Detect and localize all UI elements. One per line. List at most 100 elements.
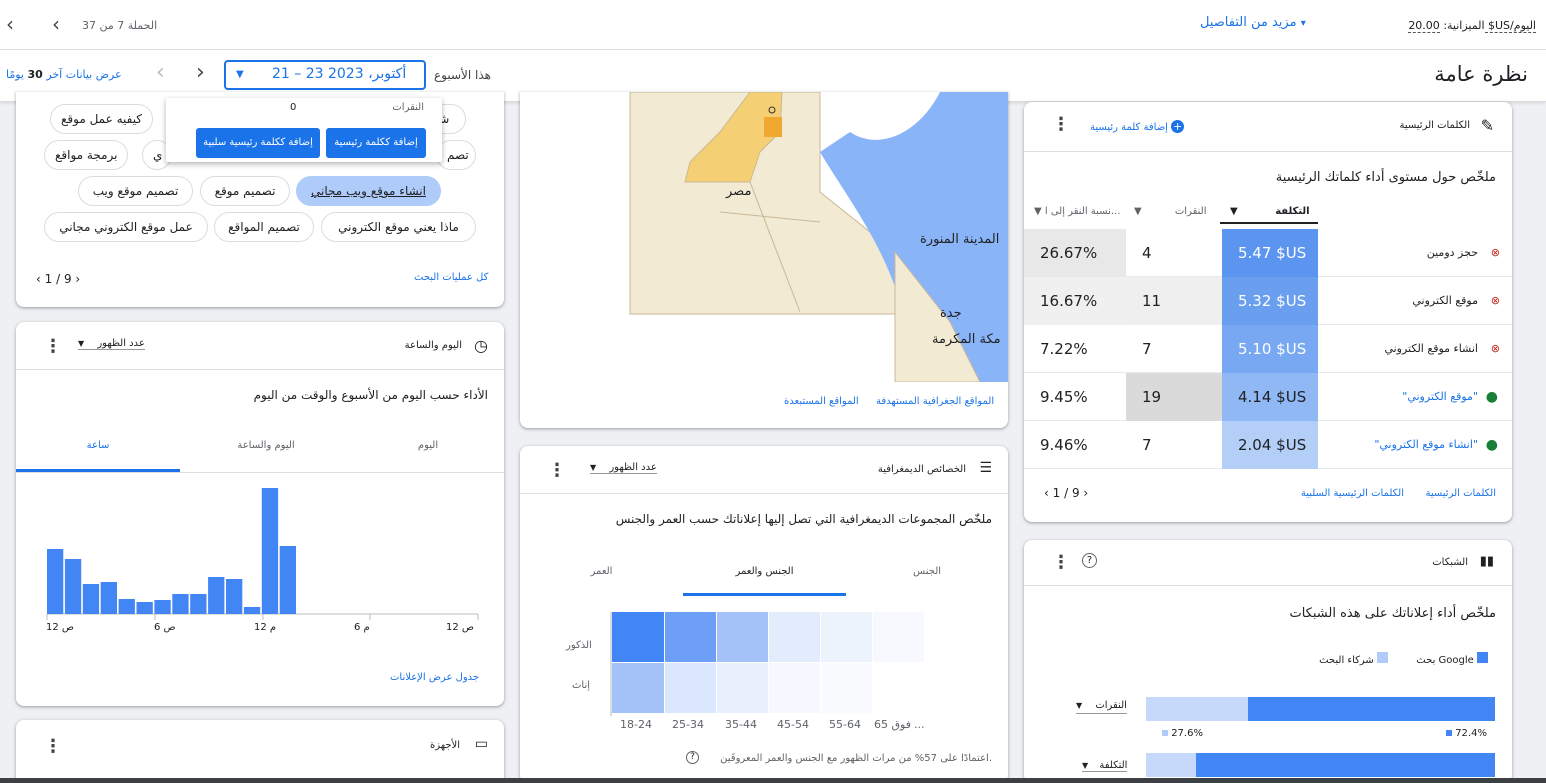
active-status-icon: ● [1485,437,1498,453]
chevron-left-icon[interactable]: ‹ [52,12,60,36]
chevron-left-icon[interactable]: ‹ [6,12,14,36]
table-row[interactable]: 9.46% 7 2.04 $US "انشاء موقع الكتروني" ● [1024,421,1512,469]
add-negative-keyword-button[interactable]: إضافة ككلمة رئيسية سلبية [196,128,320,158]
hour-bar[interactable] [279,546,296,614]
hour-bar[interactable] [100,582,117,614]
x-tick-label: 12 ص [446,622,474,633]
clicks-cell: 11 [1126,277,1222,325]
budget: الميزانية: 20.00 $US/اليوم [1408,19,1536,33]
tab-day[interactable]: اليوم [352,440,504,451]
keyword-name[interactable]: موقع الكتروني [1412,277,1478,325]
hour-bar[interactable] [243,607,261,614]
page-title: نظرة عامة [1434,62,1528,86]
hour-bar[interactable] [64,559,82,614]
metric2-selector[interactable]: ▼ التكلفة [1082,760,1128,772]
search-term-chip[interactable]: برمجة مواقع [44,140,129,170]
tab-age[interactable]: العمر [520,566,683,577]
networks-card: ▮▮ الشبكات ? ⋮ ملخّص أداء إعلاناتك على ه… [1024,540,1512,783]
search-term-chip[interactable]: تصميم موقع [200,176,290,206]
table-row[interactable]: 9.45% 19 4.14 $US "موقع الكتروني" ● [1024,373,1512,421]
keyword-name[interactable]: "موقع الكتروني" [1402,373,1478,421]
add-keyword-button[interactable]: إضافة ككلمة رئيسية [326,128,426,158]
dayhour-title: اليوم والساعة [404,340,462,351]
keywords-summary: ملخّص حول مستوى أداء كلماتك الرئيسية [1275,170,1496,185]
more-menu-icon[interactable]: ⋮ [1052,554,1070,572]
heat-cell [665,612,716,662]
col-cost[interactable]: ▼ التكلفة [1230,206,1310,217]
legend-google: بحث Google [1416,652,1492,666]
more-menu-icon[interactable]: ⋮ [44,338,62,356]
hour-bar[interactable] [82,584,100,614]
chevron-left-icon[interactable]: ‹ [1044,486,1049,500]
date-range-value: 21 – 23 أكتوبر، 2023 [272,66,407,82]
tab-gender-age[interactable]: الجنس والعمر [683,566,846,577]
ad-schedule-link[interactable]: جدول عرض الإعلانات [390,672,479,683]
date-range-picker[interactable]: 21 – 23 أكتوبر، 2023 ▼ [224,60,426,90]
hour-bar[interactable] [136,602,153,614]
partners-pct-value: 27.6% [1171,728,1203,739]
keyword-name[interactable]: انشاء موقع الكتروني [1384,325,1478,373]
networks-title: الشبكات [1432,557,1468,568]
hour-bar[interactable] [261,488,279,614]
metric1-selector[interactable]: ▼ النقرات [1076,700,1127,714]
table-row[interactable]: 7.22% 7 5.10 $US انشاء موقع الكتروني ⊗ [1024,325,1512,373]
negative-keywords-link[interactable]: الكلمات الرئيسية السلبية [1301,488,1404,499]
chevron-right-icon[interactable]: › [1083,486,1088,500]
help-icon[interactable]: ? [1082,553,1097,568]
devices-card: ▭ الأجهزة ⋮ [16,720,504,783]
popup-label: النقرات [392,102,424,113]
hour-bar[interactable] [172,594,189,614]
heat-cell [717,663,768,713]
search-term-chip[interactable]: عمل موقع الكتروني مجاني [44,212,208,242]
search-term-chip[interactable]: كيفيه عمل موقع [50,104,154,134]
metric-selector[interactable]: ▼ عدد الظهور [590,462,657,474]
search-term-chip[interactable]: تصميم موقع ويب [78,176,193,206]
tab-gender[interactable]: الجنس [846,566,1008,577]
add-keyword-link[interactable]: إضافة كلمة رئيسية + [1090,120,1185,133]
table-row[interactable]: 26.67% 4 5.47 $US حجز دومين ⊗ [1024,229,1512,277]
heat-cell [769,612,820,662]
sort-underline [1220,222,1318,224]
chevron-left-icon[interactable]: ‹ [36,272,41,286]
ctr-cell: 7.22% [1040,340,1088,358]
help-icon[interactable]: ? [686,751,699,764]
search-term-chip[interactable]: تصم [436,140,476,170]
age-label: 55-64 [829,718,861,731]
next-period-icon[interactable]: › [196,60,205,85]
search-term-chip[interactable]: تصميم المواقع [214,212,314,242]
table-row[interactable]: 16.67% 11 5.32 $US موقع الكتروني ⊗ [1024,277,1512,325]
pager: ‹ 1 / 9 › [1044,486,1088,500]
col-clicks[interactable]: ▼ النقرات [1134,206,1207,217]
keyword-name[interactable]: "انشاء موقع الكتروني" [1374,421,1478,469]
keywords-link[interactable]: الكلمات الرئيسية [1425,488,1496,499]
search-term-chip[interactable]: ماذا يعني موقع الكتروني [321,212,476,242]
keyword-name[interactable]: حجز دومين [1427,229,1478,277]
bar-chart-icon: ▮▮ [1479,554,1494,569]
chevron-right-icon[interactable]: › [75,272,80,286]
more-menu-icon[interactable]: ⋮ [44,738,62,756]
hour-bar[interactable] [47,549,64,614]
metric-selector[interactable]: ▼ عدد الظهور [78,338,145,350]
hour-bar[interactable] [208,577,225,614]
more-details-link[interactable]: مزيد من التفاصيل ▾ [1200,15,1312,30]
chip-popup: النقرات 0 إضافة ككلمة رئيسية إضافة ككلمة… [166,98,442,162]
prev-period-icon[interactable]: ‹ [156,60,165,85]
more-menu-icon[interactable]: ⋮ [548,462,566,480]
demographics-title: الخصائص الديمغرافية [877,464,966,475]
geo-targets-link[interactable]: المواقع الجغرافية المستهدفة [876,396,994,407]
removed-status-icon: ⊗ [1490,342,1500,355]
all-searches-link[interactable]: كل عمليات البحث [414,272,488,283]
more-details-label: مزيد من التفاصيل [1200,15,1297,30]
col-ctr[interactable]: ▼ نسبة النقر إلى ا... [1034,206,1120,217]
sort-icon: ▼ [1034,206,1042,217]
more-menu-icon[interactable]: ⋮ [1052,116,1070,134]
excluded-locations-link[interactable]: المواقع المستبعدة [784,396,859,407]
tab-hour[interactable]: ساعة [16,440,180,451]
tab-day-hour[interactable]: اليوم والساعة [180,440,352,451]
hour-bar[interactable] [118,599,135,614]
last30-link[interactable]: عرض بيانات آخر 30 يومًا [6,68,122,81]
hour-bar[interactable] [190,594,207,614]
search-term-chip[interactable]: انشاء موقع ويب مجاني [296,176,441,206]
hour-bar[interactable] [226,579,243,614]
hour-bar[interactable] [154,600,171,614]
